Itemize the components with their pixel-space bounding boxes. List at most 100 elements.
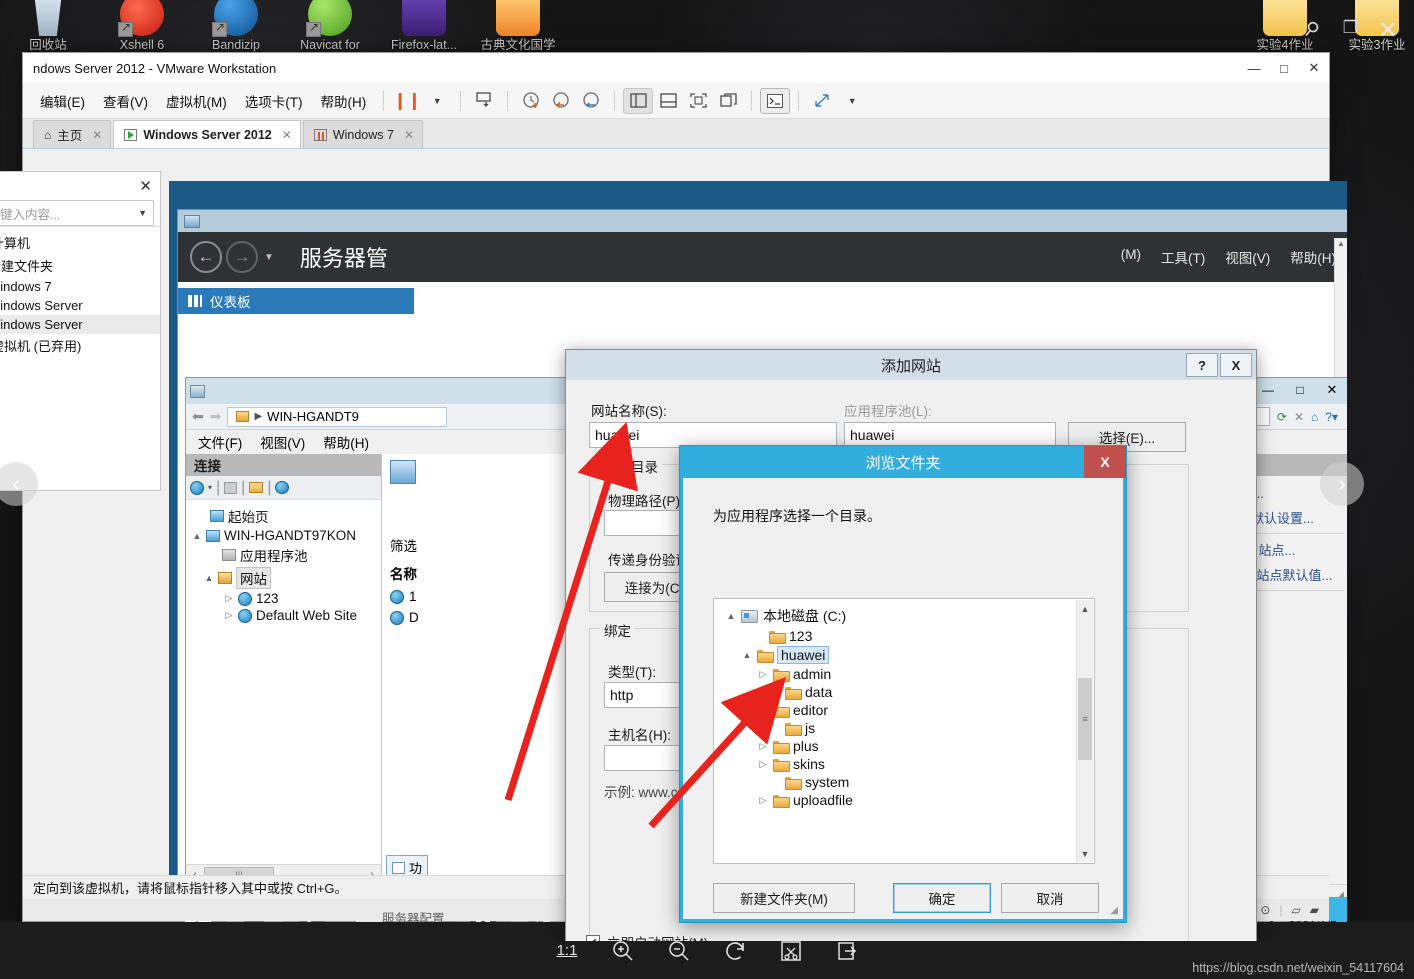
- tree-expander[interactable]: ▲: [742, 650, 752, 660]
- nav-forward-button[interactable]: →: [226, 241, 258, 273]
- help-button[interactable]: ?: [1186, 353, 1218, 377]
- help-icon[interactable]: ?▾: [1325, 410, 1338, 424]
- folder-tree-item-js[interactable]: js: [726, 719, 1094, 737]
- library-item-windows-server-a[interactable]: Windows Server: [0, 296, 160, 315]
- menu-help[interactable]: 帮助(H): [1290, 247, 1336, 267]
- breadcrumb[interactable]: ▶ WIN-HGANDT9: [227, 406, 448, 427]
- tab-close-icon[interactable]: ✕: [282, 128, 292, 142]
- tree-expander[interactable]: ▲: [192, 531, 202, 541]
- open-icon[interactable]: [249, 482, 264, 493]
- start-site-checkbox[interactable]: ✔: [586, 935, 600, 941]
- tree-expander[interactable]: ▷: [224, 593, 234, 604]
- tree-item-default-web-site[interactable]: ▷ Default Web Site: [190, 607, 377, 624]
- menu-file[interactable]: 文件(F): [198, 432, 242, 452]
- tree-expander[interactable]: ▷: [224, 610, 234, 621]
- desktop-icon-firefox[interactable]: Firefox-lat...: [382, 0, 466, 52]
- tree-item-sites[interactable]: ▲ 网站: [190, 566, 377, 590]
- nav-back-button[interactable]: ←: [190, 241, 222, 273]
- tree-expander[interactable]: ▲: [726, 611, 736, 621]
- menu-tools[interactable]: 工具(T): [1161, 247, 1205, 267]
- stretch-caret-icon[interactable]: ▼: [837, 88, 867, 114]
- close-button[interactable]: X: [1084, 446, 1126, 478]
- tree-expander[interactable]: ▷: [758, 759, 768, 770]
- scroll-up-arrow-icon[interactable]: ▲: [1077, 600, 1093, 617]
- minimize-icon[interactable]: —: [1239, 53, 1269, 83]
- close-button[interactable]: X: [1220, 353, 1252, 377]
- settings-icon[interactable]: ▰: [1310, 903, 1319, 917]
- new-folder-button[interactable]: 新建文件夹(M): [713, 883, 855, 913]
- tab-close-icon[interactable]: ✕: [404, 128, 414, 142]
- tree-item-app-pools[interactable]: 应用程序池: [190, 544, 377, 566]
- menu-view[interactable]: 查看(V): [94, 87, 157, 115]
- folder-tree-item-local-disk[interactable]: ▲ 本地磁盘 (C:): [726, 605, 1094, 627]
- scroll-thumb[interactable]: ≡: [1078, 678, 1092, 760]
- menu-vm[interactable]: 虚拟机(M): [157, 87, 236, 115]
- tab-windows-7[interactable]: Windows 7 ✕: [302, 120, 424, 148]
- connections-tree[interactable]: 起始页 ▲ WIN-HGANDT97KON 应用程序池 ▲ 网站 ▷ 123 ▷…: [186, 500, 381, 624]
- scroll-down-arrow-icon[interactable]: ▼: [1077, 845, 1093, 862]
- disconnect-icon[interactable]: [275, 481, 290, 494]
- menu-help[interactable]: 帮助(H): [312, 87, 376, 115]
- home-icon[interactable]: ⌂: [1311, 410, 1318, 424]
- connect-icon[interactable]: [190, 480, 204, 495]
- fullscreen-icon[interactable]: [683, 88, 713, 114]
- library-item-shared-vms[interactable]: 享虚拟机 (已弃用): [0, 334, 160, 357]
- close-icon[interactable]: ✕: [139, 177, 152, 195]
- tree-expander[interactable]: ▷: [758, 795, 768, 806]
- save-icon[interactable]: [224, 481, 238, 494]
- menu-edit[interactable]: 编辑(E): [31, 87, 94, 115]
- menu-help[interactable]: 帮助(H): [323, 432, 369, 452]
- desktop-icon-xshell[interactable]: Xshell 6: [100, 0, 184, 52]
- folder-tree-item-uploadfile[interactable]: ▷ uploadfile: [726, 791, 1094, 809]
- stop-icon[interactable]: ✕: [1294, 410, 1304, 424]
- library-search-input[interactable]: 腾处键入内容... ▼: [0, 200, 154, 226]
- tree-item-server[interactable]: ▲ WIN-HGANDT97KON: [190, 527, 377, 544]
- desktop-icon-guoxue[interactable]: 古典文化国学: [476, 0, 560, 52]
- tree-expander[interactable]: ▲: [204, 573, 214, 583]
- tab-close-icon[interactable]: ✕: [92, 128, 102, 142]
- library-item-new-folder[interactable]: 新建文件夹: [0, 254, 160, 277]
- snapshot-take-icon[interactable]: [516, 88, 546, 114]
- folder-tree-item-data[interactable]: data: [726, 683, 1094, 701]
- show-console-icon[interactable]: [653, 88, 683, 114]
- folder-tree-item-system[interactable]: system: [726, 773, 1094, 791]
- close-icon[interactable]: ✕: [1316, 378, 1347, 402]
- folder-tree-item-editor[interactable]: ▷ editor: [726, 701, 1094, 719]
- edit-icon[interactable]: ▱: [1292, 903, 1301, 917]
- tree-expander[interactable]: ▷: [758, 705, 768, 716]
- tree-expander[interactable]: ▷: [758, 741, 768, 752]
- library-item-windows-server-b[interactable]: Windows Server: [0, 315, 160, 334]
- scroll-up-arrow-icon[interactable]: ▲: [1335, 239, 1347, 253]
- connect-caret-icon[interactable]: ▾: [208, 483, 212, 492]
- menu-view[interactable]: 视图(V): [1225, 247, 1270, 267]
- folder-tree-item-plus[interactable]: ▷ plus: [726, 737, 1094, 755]
- pause-icon[interactable]: ❙❙: [392, 88, 422, 114]
- nav-back-icon[interactable]: ⬅: [192, 408, 204, 425]
- restore-icon[interactable]: ❐: [1343, 18, 1358, 38]
- tab-windows-server-2012[interactable]: Windows Server 2012 ✕: [113, 120, 301, 148]
- desktop-icon-recycle-bin[interactable]: 回收站: [6, 0, 90, 52]
- dropdown-caret-icon[interactable]: ▼: [422, 88, 452, 114]
- nav-dropdown-icon[interactable]: ▼: [264, 252, 274, 263]
- start-site-checkbox-row[interactable]: ✔ 立即启动网站(M): [586, 932, 708, 941]
- tab-home[interactable]: ⌂ 主页 ✕: [33, 120, 112, 148]
- resize-grip-icon[interactable]: ◢: [1110, 905, 1118, 916]
- send-ctrl-alt-del-icon[interactable]: [469, 88, 499, 114]
- close-icon[interactable]: ✕: [1299, 53, 1329, 83]
- usb-icon[interactable]: ⊙: [1260, 903, 1270, 917]
- terminal-icon[interactable]: [760, 87, 791, 114]
- tree-item-site-123[interactable]: ▷ 123: [190, 590, 377, 607]
- menu-tabs[interactable]: 选项卡(T): [236, 87, 312, 115]
- chevron-down-icon[interactable]: ▼: [138, 208, 147, 218]
- folder-tree-item-skins[interactable]: ▷ skins: [726, 755, 1094, 773]
- desktop-icon-bandizip[interactable]: Bandizip: [194, 0, 278, 52]
- carousel-next-icon[interactable]: ›: [1320, 462, 1364, 506]
- menu-view[interactable]: 视图(V): [260, 432, 305, 452]
- guest-screen[interactable]: ← → ▼ 服务器管 (M) 工具(T) 视图(V) 帮助(H) 仪表板 ▲ —…: [169, 181, 1347, 941]
- browse-cancel-button[interactable]: 取消: [1001, 883, 1099, 913]
- library-list[interactable]: 的计算机 新建文件夹 Windows 7 Windows Server Wind…: [0, 226, 160, 357]
- tree-item-start-page[interactable]: 起始页: [190, 505, 377, 527]
- maximize-icon[interactable]: □: [1269, 53, 1299, 83]
- folder-tree-item-123[interactable]: 123: [726, 627, 1094, 645]
- unity-icon[interactable]: [713, 88, 743, 114]
